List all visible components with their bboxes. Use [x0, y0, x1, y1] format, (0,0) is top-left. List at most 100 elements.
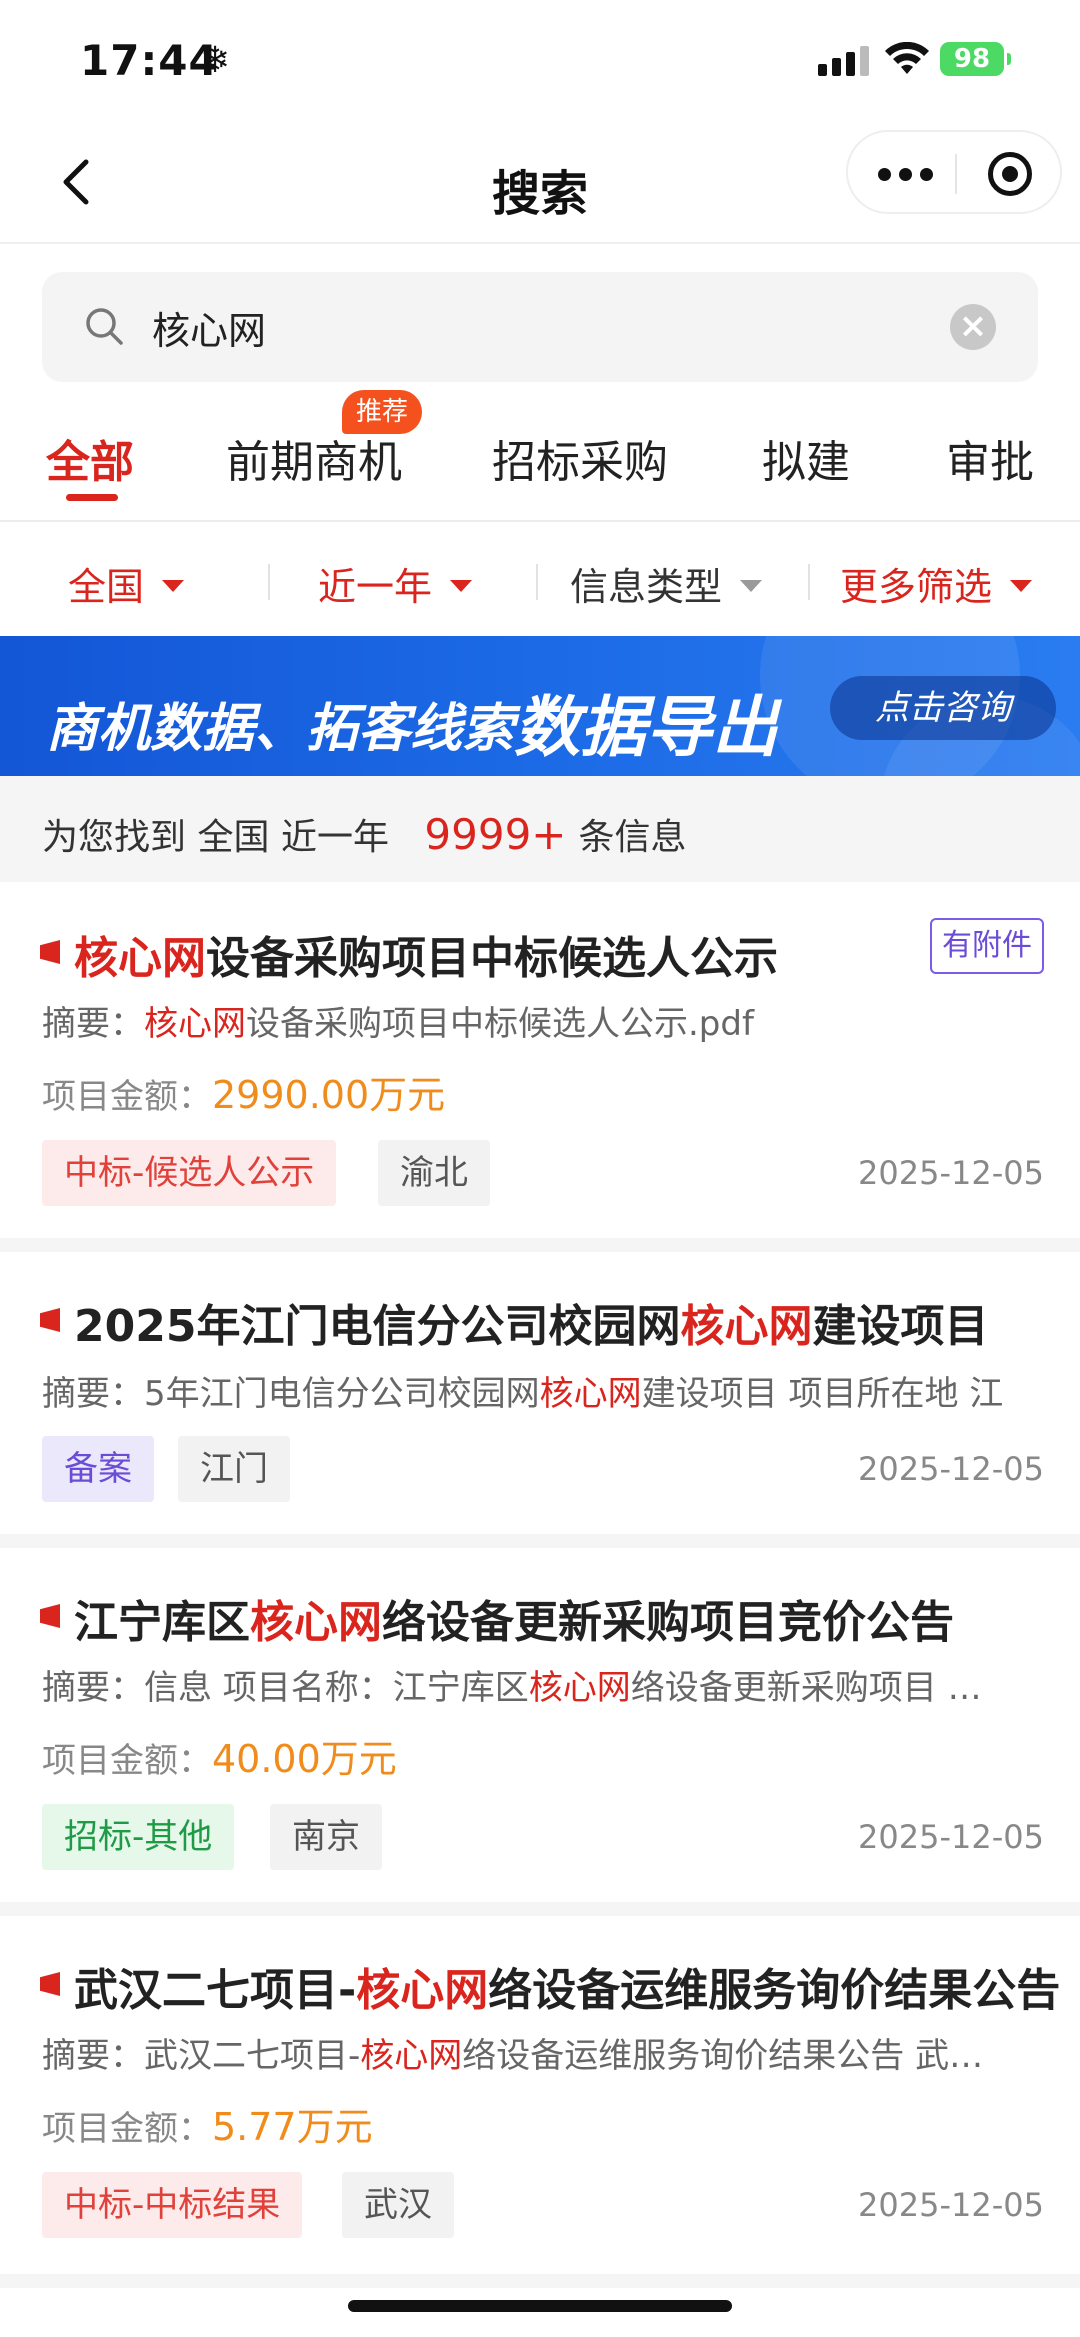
result-date: 2025-12-05: [858, 2186, 1044, 2224]
tab-all[interactable]: 全部: [46, 426, 134, 490]
filter-bar: 全国 近一年 信息类型 更多筛选: [0, 524, 1080, 636]
amount-label: 项目金额：: [42, 1077, 212, 1117]
abstract-text: 建设项目 项目所在地 江: [641, 1374, 1004, 1414]
tab-approval[interactable]: 审批: [946, 426, 1034, 490]
title-text: 2025年江门电信分公司校园网: [74, 1301, 681, 1352]
summary-prefix: 为您找到: [42, 817, 187, 858]
summary-text: 为您找到 全国 近一年 9999+ 条信息: [42, 808, 687, 860]
abstract-text: 5年江门电信分公司校园网: [144, 1374, 540, 1414]
amount-label: 项目金额：: [42, 1741, 212, 1781]
result-card[interactable]: 武汉二七项目-核心网络设备运维服务询价结果公告 摘要：武汉二七项目-核心网络设备…: [0, 1916, 1080, 2288]
cellular-signal-icon: [818, 46, 872, 76]
title-highlight: 核心网: [74, 933, 206, 984]
location-tag: 江门: [178, 1436, 290, 1502]
recommend-badge: 推荐: [342, 390, 423, 434]
result-amount: 项目金额：5.77万元: [42, 2096, 373, 2151]
location-tag: 武汉: [342, 2172, 454, 2238]
title-text: 建设项目: [812, 1301, 989, 1352]
capsule-divider: [955, 154, 957, 194]
flag-icon: [40, 1604, 60, 1628]
abstract-text: 络设备更新采购项目 …: [630, 1668, 982, 1708]
tab-early-opportunities[interactable]: 前期商机: [226, 426, 402, 490]
title-text: 武汉二七项目-: [74, 1965, 357, 2016]
search-input[interactable]: [152, 294, 932, 360]
summary-region: 全国: [197, 817, 270, 858]
result-amount: 项目金额：2990.00万元: [42, 1064, 445, 1119]
mini-program-capsule: [846, 130, 1062, 214]
result-abstract: 摘要：核心网设备采购项目中标候选人公示.pdf: [42, 996, 1042, 1045]
filter-divider: [268, 564, 270, 600]
type-tag: 中标-候选人公示: [42, 1140, 337, 1206]
title-highlight: 核心网: [250, 1597, 382, 1648]
result-abstract: 摘要：信息 项目名称：江宁库区核心网络设备更新采购项目 …: [42, 1660, 1042, 1709]
title-highlight: 核心网: [356, 1965, 489, 2016]
amount-value: 5.77万元: [212, 2105, 373, 2149]
active-tab-indicator: [66, 494, 118, 501]
caret-down-icon: [450, 579, 473, 592]
filter-region-label: 全国: [68, 565, 145, 609]
clear-search-icon[interactable]: ×: [950, 304, 996, 350]
filter-more[interactable]: 更多筛选: [840, 556, 1033, 611]
filter-period-label: 近一年: [318, 565, 433, 609]
home-indicator[interactable]: [348, 2300, 732, 2312]
result-date: 2025-12-05: [858, 1450, 1044, 1488]
location-tag: 南京: [270, 1804, 382, 1870]
amount-label: 项目金额：: [42, 2109, 212, 2149]
summary-count: 9999+: [424, 810, 567, 859]
result-title: 2025年江门电信分公司校园网核心网建设项目: [74, 1290, 988, 1354]
type-tag: 备案: [42, 1436, 154, 1502]
title-text: 络设备运维服务询价结果公告: [488, 1965, 1061, 2016]
filter-more-label: 更多筛选: [840, 565, 993, 609]
abstract-text: 信息 项目名称：江宁库区: [144, 1668, 529, 1708]
filter-divider: [808, 564, 810, 600]
abstract-text: 设备采购项目中标候选人公示.pdf: [246, 1004, 754, 1044]
flag-icon: [40, 1308, 60, 1332]
tab-bidding-procurement[interactable]: 招标采购: [492, 426, 668, 490]
promo-banner[interactable]: 商机数据、拓客线索数据导出 点击咨询: [0, 636, 1080, 776]
status-bar: 17:44 ❄ 98: [0, 0, 1080, 120]
caret-down-icon: [740, 579, 763, 592]
nav-bar: 搜索: [0, 120, 1080, 244]
abstract-text: 武汉二七项目-: [144, 2036, 361, 2076]
amount-value: 2990.00万元: [212, 1073, 446, 1117]
abstract-highlight: 核心网: [528, 1668, 631, 1708]
abstract-highlight: 核心网: [539, 1374, 642, 1414]
abstract-label: 摘要：: [42, 1668, 144, 1708]
status-time: 17:44: [80, 36, 219, 85]
filter-divider: [536, 564, 538, 600]
abstract-highlight: 核心网: [360, 2036, 463, 2076]
banner-text-main: 商机数据、拓客线索: [46, 699, 515, 759]
result-abstract: 摘要：5年江门电信分公司校园网核心网建设项目 项目所在地 江: [42, 1366, 1042, 1415]
filter-region[interactable]: 全国: [68, 556, 185, 611]
result-summary: 为您找到 全国 近一年 9999+ 条信息: [0, 776, 1080, 882]
more-icon[interactable]: [878, 160, 934, 188]
title-highlight: 核心网: [680, 1301, 813, 1352]
flag-icon: [40, 940, 60, 964]
filter-info-type-label: 信息类型: [570, 565, 723, 609]
banner-text-strong: 数据导出: [514, 689, 779, 766]
caret-down-icon: [1010, 579, 1033, 592]
consult-button[interactable]: 点击咨询: [830, 676, 1056, 740]
result-card[interactable]: 核心网设备采购项目中标候选人公示 有附件 摘要：核心网设备采购项目中标候选人公示…: [0, 882, 1080, 1252]
banner-text: 商机数据、拓客线索数据导出: [46, 670, 778, 766]
filter-period[interactable]: 近一年: [318, 556, 473, 611]
result-card[interactable]: 2025年江门电信分公司校园网核心网建设项目 摘要：5年江门电信分公司校园网核心…: [0, 1252, 1080, 1548]
tab-proposed-construction[interactable]: 拟建: [762, 426, 850, 490]
title-text: 设备采购项目中标候选人公示: [206, 933, 778, 984]
abstract-highlight: 核心网: [144, 1004, 246, 1044]
search-box[interactable]: ×: [42, 272, 1038, 382]
search-icon: [86, 308, 123, 345]
result-card[interactable]: 江宁库区核心网络设备更新采购项目竞价公告 摘要：信息 项目名称：江宁库区核心网络…: [0, 1548, 1080, 1916]
result-date: 2025-12-05: [858, 1154, 1044, 1192]
result-abstract: 摘要：武汉二七项目-核心网络设备运维服务询价结果公告 武…: [42, 2028, 1042, 2077]
type-tag: 中标-中标结果: [42, 2172, 303, 2238]
result-title: 武汉二七项目-核心网络设备运维服务询价结果公告: [74, 1954, 1060, 2018]
summary-suffix: 条信息: [578, 817, 687, 858]
result-amount: 项目金额：40.00万元: [42, 1728, 397, 1783]
abstract-label: 摘要：: [42, 1004, 144, 1044]
snowflake-icon: ❄: [200, 40, 231, 81]
attachment-badge: 有附件: [930, 918, 1044, 974]
filter-info-type[interactable]: 信息类型: [570, 556, 763, 611]
result-date: 2025-12-05: [858, 1818, 1044, 1856]
close-miniprogram-icon[interactable]: [988, 152, 1032, 196]
